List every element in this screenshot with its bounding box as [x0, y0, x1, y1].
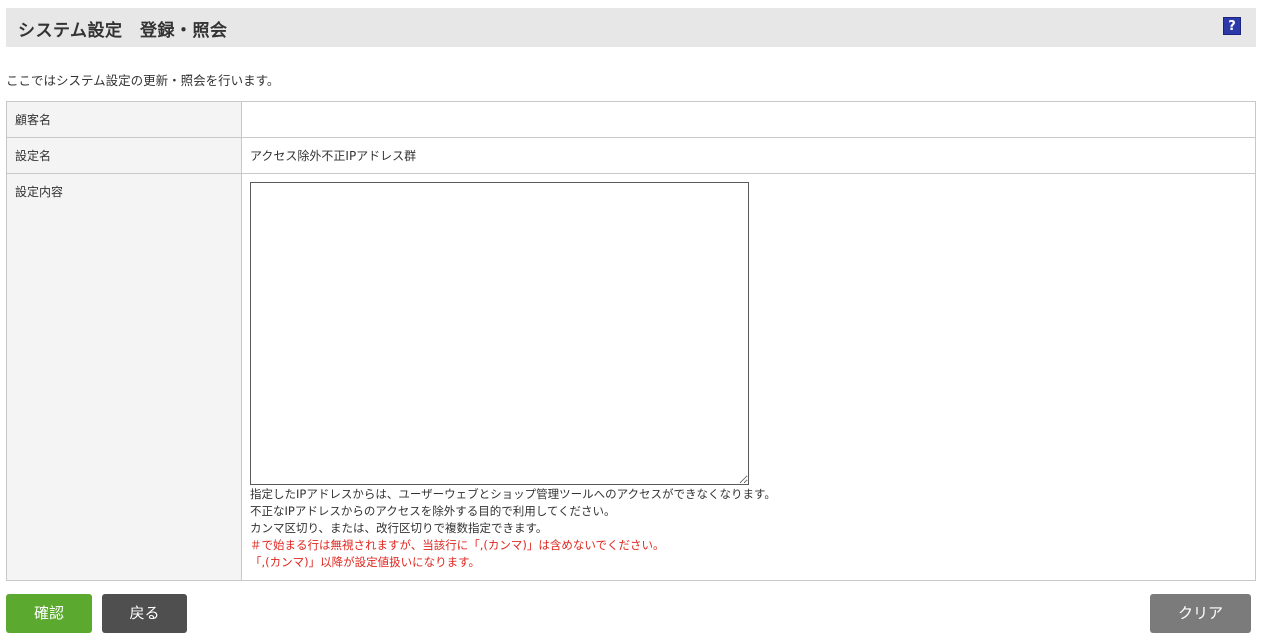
setting-name-value: アクセス除外不正IPアドレス群	[241, 137, 1256, 174]
help-icon[interactable]: ?	[1223, 17, 1241, 35]
warning-note: 「,(カンマ)」以降が設定値扱いになります。	[250, 555, 480, 569]
setting-content-textarea[interactable]	[250, 182, 749, 485]
page-description: ここではシステム設定の更新・照会を行います。	[6, 73, 280, 88]
warning-note: ＃で始まる行は無視されますが、当該行に「,(カンマ)」は含めないでください。	[250, 538, 665, 552]
setting-content-label: 設定内容	[6, 173, 242, 581]
setting-content-cell: 指定したIPアドレスからは、ユーザーウェブとショップ管理ツールへのアクセスができ…	[241, 173, 1256, 581]
help-note: カンマ区切り、または、改行区切りで複数指定できます。	[250, 521, 548, 535]
help-note: 不正なIPアドレスからのアクセスを除外する目的で利用してください。	[250, 504, 616, 518]
confirm-button[interactable]: 確認	[6, 594, 92, 633]
help-note: 指定したIPアドレスからは、ユーザーウェブとショップ管理ツールへのアクセスができ…	[250, 487, 776, 501]
settings-form-table: 顧客名 設定名 アクセス除外不正IPアドレス群 設定内容 指定したIPアドレスか…	[6, 101, 1256, 581]
table-row: 設定名 アクセス除外不正IPアドレス群	[6, 137, 1256, 174]
clear-button[interactable]: クリア	[1150, 594, 1251, 633]
customer-name-value	[241, 101, 1256, 138]
table-row: 設定内容 指定したIPアドレスからは、ユーザーウェブとショップ管理ツールへのアク…	[6, 173, 1256, 581]
page-title: システム設定 登録・照会	[18, 21, 228, 41]
table-row: 顧客名	[6, 101, 1256, 138]
setting-name-label: 設定名	[6, 137, 242, 174]
customer-name-label: 顧客名	[6, 101, 242, 138]
page-header: システム設定 登録・照会 ?	[6, 8, 1256, 47]
help-notes: 指定したIPアドレスからは、ユーザーウェブとショップ管理ツールへのアクセスができ…	[250, 486, 1247, 571]
back-button[interactable]: 戻る	[102, 594, 187, 633]
